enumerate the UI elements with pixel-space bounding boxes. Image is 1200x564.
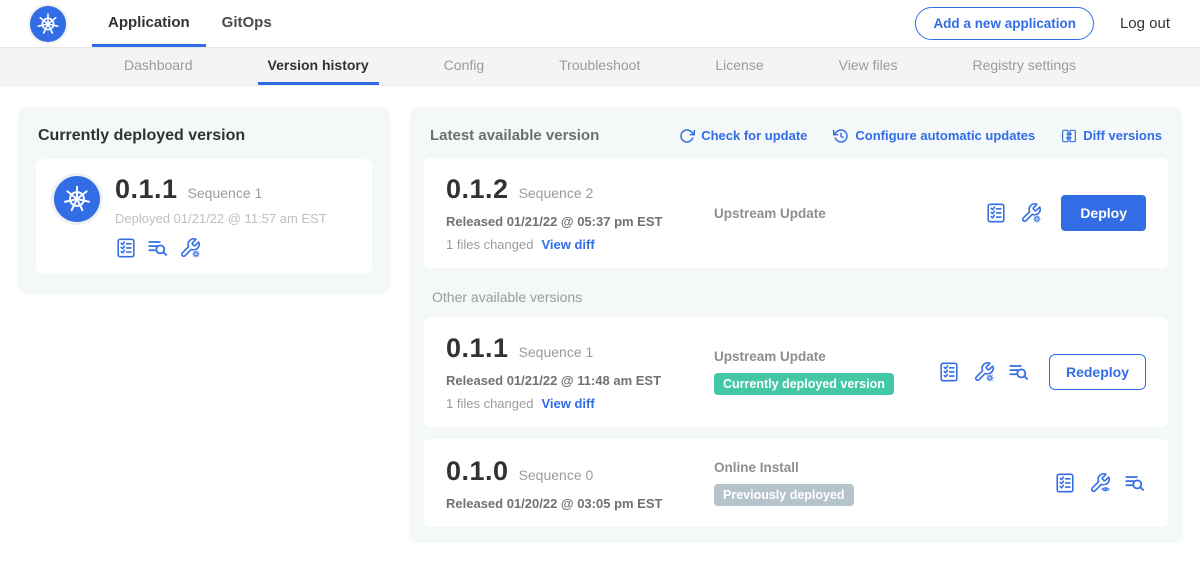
view-config-icon[interactable] <box>1089 472 1111 494</box>
check-for-update-label: Check for update <box>701 128 807 143</box>
version-card-0-1-0: 0.1.0 Sequence 0 Released 01/20/22 @ 03:… <box>424 439 1168 527</box>
files-changed-label: 1 files changed <box>446 237 533 252</box>
subnav-tab-registry-settings[interactable]: Registry settings <box>963 48 1086 85</box>
view-logs-icon[interactable] <box>1124 472 1146 494</box>
app-header: Application GitOps Add a new application… <box>0 0 1200 48</box>
tab-gitops[interactable]: GitOps <box>206 0 288 47</box>
version-card-0-1-1: 0.1.1 Sequence 1 Released 01/21/22 @ 11:… <box>424 317 1168 427</box>
version-source-label: Upstream Update <box>714 206 985 221</box>
subnav-tab-license[interactable]: License <box>705 48 773 85</box>
view-logs-icon[interactable] <box>1008 361 1030 383</box>
kubernetes-helm-icon <box>30 6 66 42</box>
subnav-tab-troubleshoot[interactable]: Troubleshoot <box>549 48 650 85</box>
view-logs-icon[interactable] <box>147 237 169 259</box>
configure-automatic-updates-label: Configure automatic updates <box>855 128 1035 143</box>
previously-deployed-badge: Previously deployed <box>714 484 854 506</box>
currently-deployed-badge: Currently deployed version <box>714 373 894 395</box>
app-subnav: Dashboard Version history Config Trouble… <box>0 48 1200 86</box>
deployed-sequence-label: Sequence 1 <box>188 185 263 201</box>
subnav-tab-version-history[interactable]: Version history <box>258 48 379 85</box>
version-source-label: Online Install <box>714 460 1054 475</box>
currently-deployed-panel: Currently deployed version 0.1.1 Sequenc… <box>18 107 390 294</box>
preflight-checks-icon[interactable] <box>985 202 1007 224</box>
redeploy-button[interactable]: Redeploy <box>1049 354 1146 390</box>
logout-link[interactable]: Log out <box>1120 15 1170 32</box>
version-card-0-1-2: 0.1.2 Sequence 2 Released 01/21/22 @ 05:… <box>424 158 1168 268</box>
edit-config-icon[interactable] <box>179 237 201 259</box>
sequence-label: Sequence 2 <box>519 185 594 201</box>
view-diff-link[interactable]: View diff <box>541 396 594 411</box>
preflight-checks-icon[interactable] <box>938 361 960 383</box>
configure-automatic-updates-link[interactable]: Configure automatic updates <box>833 128 1035 144</box>
other-available-versions-title: Other available versions <box>432 289 1160 305</box>
edit-config-icon[interactable] <box>1020 202 1042 224</box>
version-number: 0.1.2 <box>446 174 509 205</box>
app-kubernetes-icon <box>54 176 100 222</box>
diff-versions-label: Diff versions <box>1083 128 1162 143</box>
available-versions-panel: Latest available version Check for updat… <box>410 107 1182 543</box>
schedule-update-icon <box>833 128 849 144</box>
released-timestamp: Released 01/21/22 @ 05:37 pm EST <box>446 214 714 229</box>
sequence-label: Sequence 1 <box>519 344 594 360</box>
version-number: 0.1.0 <box>446 456 509 487</box>
subnav-tab-view-files[interactable]: View files <box>829 48 908 85</box>
refresh-icon <box>679 128 695 144</box>
preflight-checks-icon[interactable] <box>115 237 137 259</box>
tab-application[interactable]: Application <box>92 0 206 47</box>
version-number: 0.1.1 <box>446 333 509 364</box>
deployed-version-number: 0.1.1 <box>115 174 178 205</box>
files-changed-label: 1 files changed <box>446 396 533 411</box>
released-timestamp: Released 01/20/22 @ 03:05 pm EST <box>446 496 714 511</box>
edit-config-icon[interactable] <box>973 361 995 383</box>
diff-versions-link[interactable]: Diff versions <box>1061 128 1162 144</box>
deployed-version-card: 0.1.1 Sequence 1 Deployed 01/21/22 @ 11:… <box>36 159 372 274</box>
subnav-tab-config[interactable]: Config <box>434 48 494 85</box>
check-for-update-link[interactable]: Check for update <box>679 128 807 144</box>
sequence-label: Sequence 0 <box>519 467 594 483</box>
deploy-button[interactable]: Deploy <box>1061 195 1146 231</box>
preflight-checks-icon[interactable] <box>1054 472 1076 494</box>
header-tabs: Application GitOps <box>92 0 288 47</box>
subnav-tab-dashboard[interactable]: Dashboard <box>114 48 203 85</box>
released-timestamp: Released 01/21/22 @ 11:48 am EST <box>446 373 714 388</box>
view-diff-link[interactable]: View diff <box>541 237 594 252</box>
latest-available-title: Latest available version <box>430 127 599 144</box>
deployed-panel-title: Currently deployed version <box>38 127 372 145</box>
version-source-label: Upstream Update <box>714 349 938 364</box>
add-new-application-button[interactable]: Add a new application <box>915 7 1094 40</box>
diff-icon <box>1061 128 1077 144</box>
deployed-timestamp: Deployed 01/21/22 @ 11:57 am EST <box>115 211 327 226</box>
